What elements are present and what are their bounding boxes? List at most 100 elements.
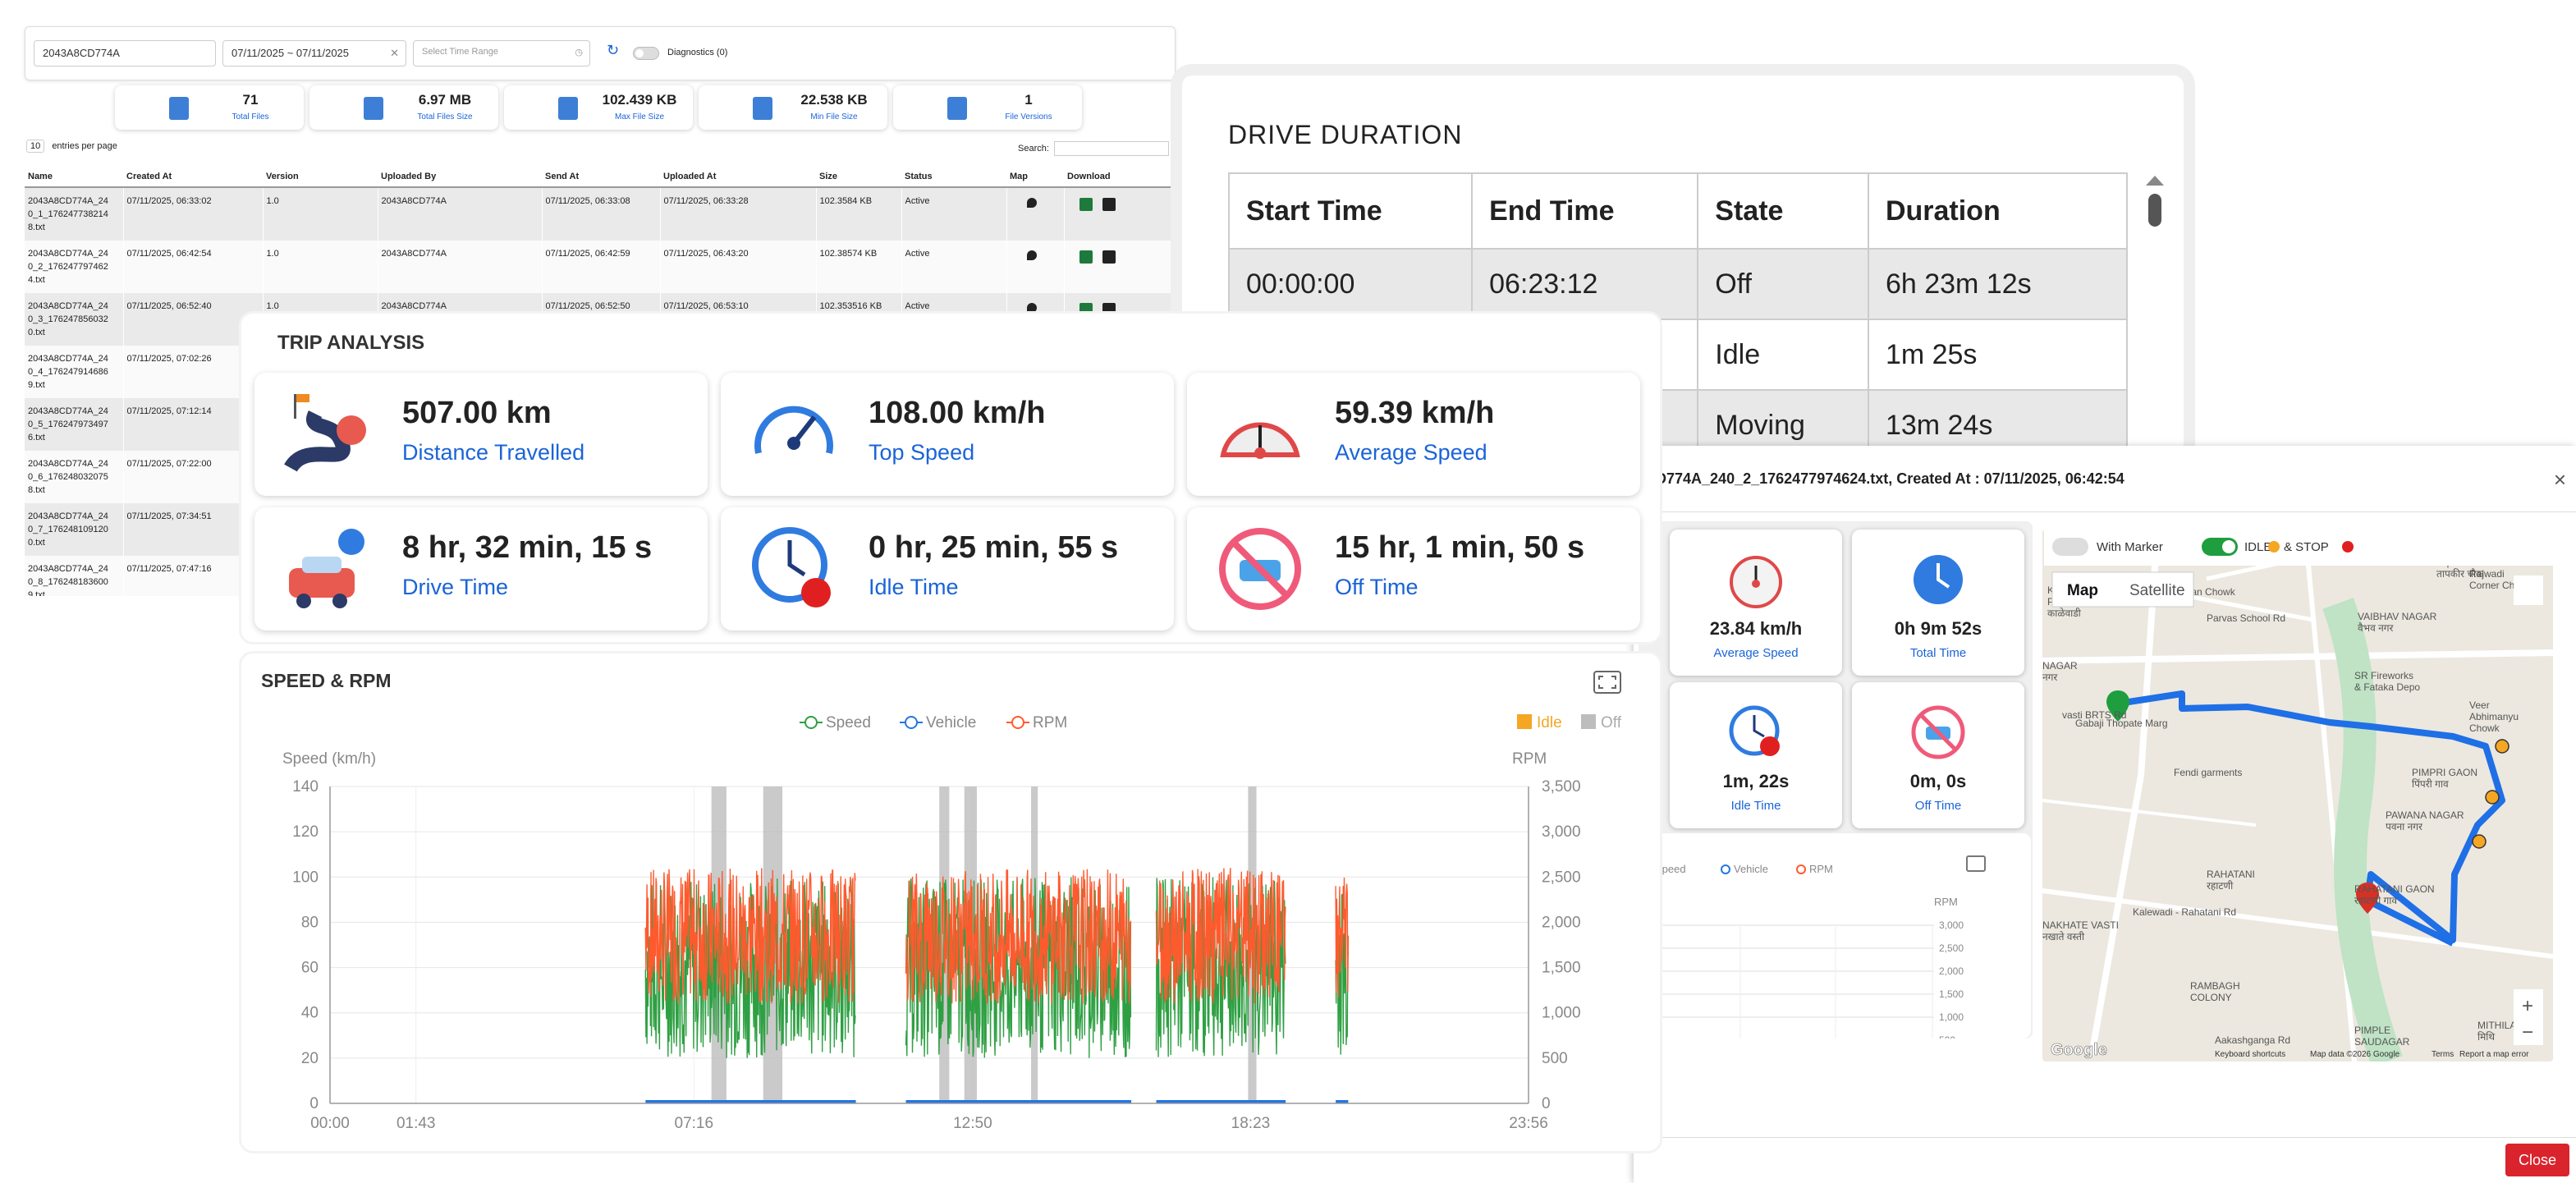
- legend-marker[interactable]: [905, 716, 918, 729]
- entries-select[interactable]: 10: [26, 140, 45, 153]
- table-cell: 2043A8CD774A_24 0_8_176248183600 9.txt: [25, 556, 124, 596]
- column-header[interactable]: Uploaded At: [660, 166, 816, 188]
- stat-label: Max File Size: [614, 112, 664, 122]
- drive-duration-title: DRIVE DURATION: [1228, 120, 1463, 149]
- legend-marker[interactable]: [1011, 716, 1024, 729]
- gauge-icon: [1730, 556, 1782, 608]
- column-header[interactable]: Download: [1064, 166, 1171, 188]
- stat-card: 1 File Versions: [893, 85, 1082, 130]
- map-pin-icon[interactable]: [1026, 198, 1037, 208]
- map-footer-link[interactable]: Report a map error: [2459, 1050, 2529, 1059]
- summary-card: 0h 9m 52s Total Time: [1852, 530, 2024, 676]
- trip-card: 8 hr, 32 min, 15 s Drive Time: [254, 507, 708, 630]
- date-range-input[interactable]: 07/11/2025 ~ 07/11/2025 ✕: [222, 40, 406, 66]
- map-label: Veer Abhimanyu Chowk: [2469, 699, 2519, 734]
- diagnostics-toggle[interactable]: [633, 47, 659, 60]
- trip-card: 0 hr, 25 min, 55 s Idle Time: [721, 507, 1174, 630]
- idle-marker[interactable]: [2472, 834, 2487, 849]
- map-footer-link[interactable]: Terms: [2432, 1050, 2454, 1059]
- summary-label: Idle Time: [1730, 799, 1781, 813]
- with-marker-toggle[interactable]: [2052, 538, 2088, 556]
- column-header[interactable]: Status: [901, 166, 1006, 188]
- table-cell: 2043A8CD774A_24 0_4_176247914686 9.txt: [25, 346, 124, 398]
- map-label: RAHATANI GAON रहाटणी गाव: [2354, 883, 2435, 906]
- table-cell: 07/11/2025, 06:42:59: [542, 241, 661, 293]
- route-pin-icon: [284, 394, 366, 473]
- column-header[interactable]: Send At: [542, 166, 660, 188]
- tick-label: 2,500: [1939, 942, 1964, 954]
- time-range-placeholder: Select Time Range: [422, 47, 498, 57]
- y-tick-label: 40: [301, 1005, 319, 1022]
- trip-label: Top Speed: [869, 440, 975, 465]
- fullscreen-button[interactable]: [2514, 575, 2543, 605]
- close-button[interactable]: Close: [2505, 1144, 2569, 1176]
- idle-marker[interactable]: [2485, 790, 2500, 805]
- column-header[interactable]: Map: [1006, 166, 1064, 188]
- y-tick-label: 120: [292, 823, 319, 841]
- route-map[interactable]: KalewadiPetrol BunkकाळेवाडीJeevan ChowkH…: [2042, 530, 2553, 1061]
- map-footer-link[interactable]: Map data ©2026 Google: [2310, 1050, 2400, 1059]
- table-row[interactable]: 2043A8CD774A_24 0_1_176247738214 8.txt 07…: [25, 187, 1171, 241]
- search-input[interactable]: [1053, 141, 1169, 156]
- idle-legend-swatch[interactable]: [1517, 714, 1532, 729]
- stat-label: File Versions: [1005, 112, 1052, 122]
- off-legend-swatch[interactable]: [1581, 714, 1596, 729]
- trip-analysis-title: TRIP ANALYSIS: [277, 332, 425, 354]
- summary-value: 1m, 22s: [1722, 771, 1790, 791]
- satellite-tab[interactable]: Satellite: [2129, 582, 2185, 599]
- file-icon[interactable]: [1102, 250, 1116, 264]
- refresh-icon[interactable]: ↻: [607, 42, 619, 59]
- tick-label: 3,000: [1939, 919, 1964, 931]
- table-cell: 00:00:00: [1227, 248, 1474, 320]
- map-pin-icon[interactable]: [1026, 303, 1037, 313]
- summary-value: 23.84 km/h: [1709, 618, 1803, 639]
- idle-marker[interactable]: [2495, 739, 2510, 754]
- map-cell: [1006, 187, 1065, 241]
- column-header[interactable]: Size: [816, 166, 901, 188]
- table-row[interactable]: 2043A8CD774A_24 0_2_176247797462 4.txt 07…: [25, 241, 1171, 293]
- fullscreen-icon[interactable]: [1966, 855, 1986, 872]
- device-input[interactable]: 2043A8CD774A: [34, 40, 216, 66]
- stop-label: & STOP: [2284, 540, 2329, 554]
- summary-label: Off Time: [1914, 799, 1962, 813]
- clear-icon[interactable]: ✕: [390, 47, 399, 60]
- no-car-icon: [1219, 528, 1301, 610]
- table-cell: 102.38574 KB: [816, 241, 902, 293]
- trip-value: 15 hr, 1 min, 50 s: [1335, 530, 1585, 565]
- map-tab[interactable]: Map: [2067, 582, 2098, 599]
- search-box: Search:: [1018, 141, 1169, 156]
- y2-tick-label: 3,500: [1542, 778, 1581, 796]
- table-cell: 2043A8CD774A_24 0_2_176247797462 4.txt: [25, 241, 124, 293]
- zoom-in-button[interactable]: +: [2522, 995, 2533, 1017]
- column-header[interactable]: Version: [263, 166, 378, 188]
- idle-label: IDLE: [2244, 540, 2271, 554]
- table-cell: 07/11/2025, 06:33:08: [542, 187, 661, 241]
- column-header[interactable]: Uploaded By: [378, 166, 542, 188]
- map-label: SR Fireworks & Fataka Depo: [2354, 670, 2420, 693]
- legend-marker[interactable]: [804, 716, 818, 729]
- column-header[interactable]: Created At: [123, 166, 263, 188]
- modal-close-icon[interactable]: ×: [2554, 467, 2566, 493]
- summary-label: Total Time: [1909, 646, 1967, 660]
- mini-chart: Speed Vehicle RPMRPM3,0002,5002,0001,5001,…: [1639, 855, 1986, 1084]
- table-scrollbar[interactable]: [2144, 174, 2166, 445]
- file-icon[interactable]: [1102, 198, 1116, 211]
- trip-label: Idle Time: [869, 575, 959, 599]
- map-label: VAIBHAV NAGAR वैभव नगर: [2358, 611, 2437, 634]
- off-legend-label: Off: [1601, 714, 1622, 731]
- time-range-input[interactable]: Select Time Range ◷: [413, 40, 590, 66]
- map-footer-link[interactable]: Keyboard shortcuts: [2215, 1050, 2285, 1059]
- map-label: PIMPLE SAUDAGAR: [2354, 1025, 2410, 1048]
- excel-icon[interactable]: [1079, 250, 1093, 264]
- excel-icon[interactable]: [1079, 198, 1093, 211]
- y2-tick-label: 3,000: [1542, 823, 1581, 841]
- map-pin-icon[interactable]: [1026, 250, 1037, 260]
- trip-card: 108.00 km/h Top Speed: [721, 373, 1174, 496]
- x-tick-label: 12:50: [953, 1115, 992, 1132]
- zoom-out-button[interactable]: −: [2522, 1021, 2533, 1043]
- toggle-knob: [2222, 540, 2235, 553]
- timer-icon: [1914, 555, 1963, 604]
- column-header[interactable]: Name: [25, 166, 123, 188]
- map-canvas: KalewadiPetrol BunkकाळेवाडीJeevan ChowkH…: [2042, 530, 2553, 1061]
- speed-rpm-panel: SPEED & RPM Speed Vehicle RPM Idle Off Speed …: [241, 653, 1660, 1151]
